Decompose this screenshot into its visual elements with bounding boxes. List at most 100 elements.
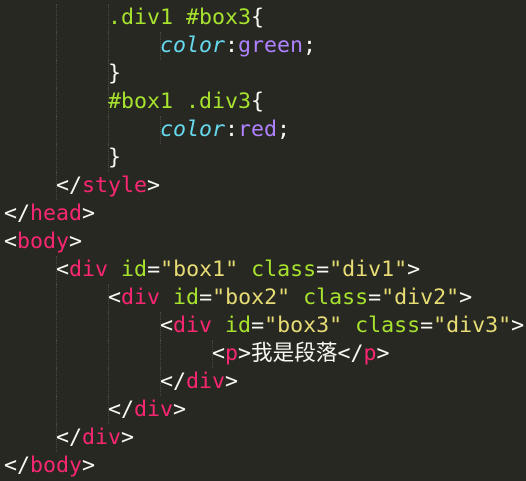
tag-name: style	[82, 173, 148, 198]
text-content	[108, 257, 121, 282]
punctuation: </	[160, 369, 187, 394]
code-line: </body>	[4, 452, 95, 480]
punctuation: <	[56, 257, 70, 282]
text-content	[212, 313, 225, 338]
punctuation: >	[511, 313, 525, 338]
indent-guide	[56, 368, 57, 396]
indent-guide	[56, 256, 57, 284]
css-property: color	[160, 117, 226, 142]
indent-guide	[56, 88, 57, 116]
indent-guide	[108, 396, 109, 424]
tag-name: body	[30, 453, 83, 478]
indent-guide	[56, 424, 57, 452]
code-line: <body>	[4, 228, 82, 256]
code-line: .div1 #box3{	[108, 4, 264, 32]
indent-guide	[56, 60, 57, 88]
punctuation: <	[108, 285, 122, 310]
indent-guide	[108, 60, 109, 88]
indent-guide	[108, 144, 109, 172]
text-content	[290, 285, 303, 310]
punctuation: =	[199, 285, 213, 310]
punctuation: </	[4, 201, 31, 226]
punctuation: <	[160, 313, 174, 338]
code-line: </style>	[56, 172, 160, 200]
code-line: </head>	[4, 200, 95, 228]
tag-name: div	[134, 397, 174, 422]
indent-guide	[56, 144, 57, 172]
css-value: green	[238, 33, 304, 58]
code-line: <div id="box1" class="div1">	[56, 256, 420, 284]
punctuation: >	[82, 201, 96, 226]
indent-guide	[108, 116, 109, 144]
indent-guide	[108, 284, 109, 312]
indent-guide	[160, 340, 161, 368]
punctuation: >	[121, 425, 135, 450]
punctuation: </	[4, 453, 31, 478]
punctuation: =	[147, 257, 161, 282]
punctuation: </	[56, 425, 83, 450]
punctuation: >	[238, 341, 252, 366]
punctuation: ;	[303, 33, 317, 58]
code-line: <div id="box2" class="div2">	[108, 284, 472, 312]
punctuation: >	[147, 173, 161, 198]
code-editor[interactable]: .div1 #box3{color:green;} #box1 .div3{col…	[0, 0, 526, 481]
code-line: #box1 .div3{	[108, 88, 264, 116]
punctuation: >	[459, 285, 473, 310]
indent-guide	[56, 312, 57, 340]
attribute-value: "box2"	[212, 285, 291, 310]
css-selector: .div1 #box3	[108, 5, 252, 30]
attribute-value: "div3"	[433, 313, 512, 338]
indent-guide	[160, 312, 161, 340]
indent-guide	[212, 340, 213, 368]
tag-name: div	[121, 285, 161, 310]
attribute-value: "box3"	[264, 313, 343, 338]
tag-name: p	[363, 341, 377, 366]
attribute-name: class	[303, 285, 369, 310]
indent-guide	[56, 116, 57, 144]
indent-guide	[108, 312, 109, 340]
punctuation: }	[108, 61, 122, 86]
punctuation: <	[4, 229, 18, 254]
punctuation: ;	[277, 117, 291, 142]
attribute-name: id	[121, 257, 148, 282]
text-content: 我是段落	[251, 341, 338, 366]
css-selector: #box1 .div3	[108, 89, 252, 114]
tag-name: head	[30, 201, 83, 226]
punctuation: =	[316, 257, 330, 282]
indent-guide	[56, 32, 57, 60]
indent-guide	[56, 4, 57, 32]
punctuation: </	[56, 173, 83, 198]
attribute-name: id	[225, 313, 252, 338]
indent-guide	[160, 116, 161, 144]
punctuation: >	[225, 369, 239, 394]
attribute-value: "div1"	[329, 257, 408, 282]
text-content	[238, 257, 251, 282]
punctuation: >	[69, 229, 83, 254]
punctuation: >	[82, 453, 96, 478]
punctuation: >	[376, 341, 390, 366]
punctuation: <	[212, 341, 226, 366]
code-line: }	[108, 144, 121, 172]
indent-guide	[56, 340, 57, 368]
punctuation: </	[337, 341, 364, 366]
punctuation: =	[420, 313, 434, 338]
punctuation: :	[225, 33, 239, 58]
punctuation: </	[108, 397, 135, 422]
tag-name: body	[17, 229, 70, 254]
text-content	[342, 313, 355, 338]
code-line: </div>	[56, 424, 134, 452]
indent-guide	[56, 396, 57, 424]
tag-name: div	[82, 425, 122, 450]
css-value: red	[238, 117, 278, 142]
css-property: color	[160, 33, 226, 58]
punctuation: {	[251, 5, 265, 30]
indent-guide	[56, 284, 57, 312]
code-line: </div>	[108, 396, 186, 424]
code-line: }	[108, 60, 121, 88]
code-line: <p>我是段落</p>	[212, 340, 389, 368]
text-content	[160, 285, 173, 310]
code-line: </div>	[160, 368, 238, 396]
punctuation: >	[173, 397, 187, 422]
tag-name: div	[69, 257, 109, 282]
tag-name: div	[173, 313, 213, 338]
